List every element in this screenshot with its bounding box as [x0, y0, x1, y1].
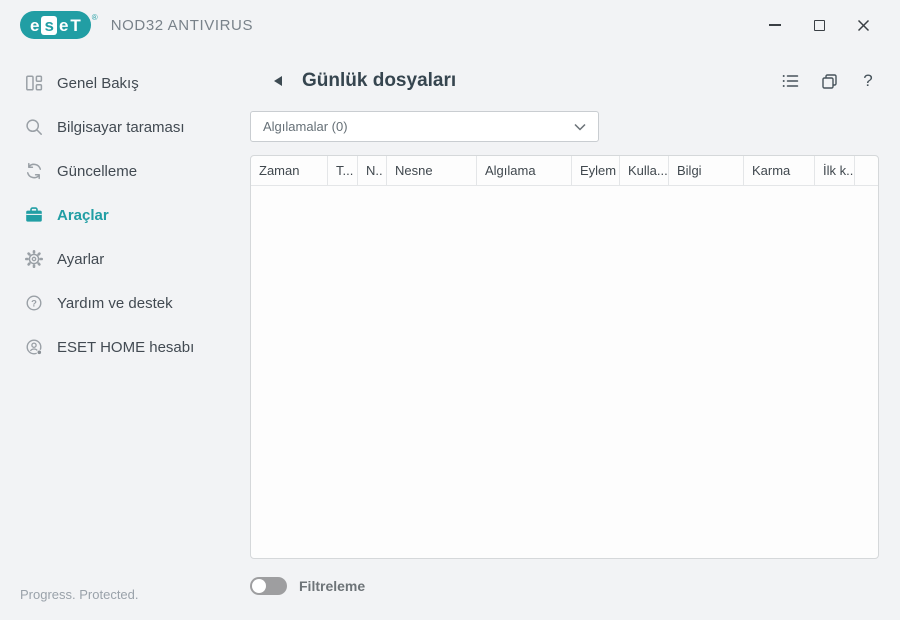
log-list-button[interactable]	[780, 71, 800, 91]
toggle-knob	[252, 579, 266, 593]
search-icon	[24, 117, 44, 137]
overview-icon	[24, 73, 44, 93]
product-name: NOD32 ANTIVIRUS	[110, 16, 254, 34]
sidebar-item-araclar[interactable]: Araçlar	[0, 193, 250, 237]
column-header-zaman[interactable]: Zaman	[251, 156, 328, 185]
registered-trademark: ®	[91, 13, 98, 22]
sidebar-item-label: Yardım ve destek	[57, 294, 173, 312]
filter-toggle[interactable]	[250, 577, 287, 595]
log-type-dropdown[interactable]: Algılamalar (0)	[250, 111, 599, 142]
eset-logo-pill: e s e T	[20, 11, 91, 39]
close-button[interactable]	[848, 10, 878, 40]
log-table: Zaman T... N.. Nesne Algılama Eylem Kull…	[250, 155, 879, 559]
minimize-icon	[769, 24, 781, 26]
back-button[interactable]	[268, 71, 288, 91]
column-header-bilgi[interactable]: Bilgi	[669, 156, 744, 185]
sync-icon	[24, 161, 44, 181]
briefcase-icon	[24, 205, 44, 225]
eset-logo: e s e T ®	[20, 11, 98, 39]
page-header: Günlük dosyaları ?	[268, 66, 878, 96]
list-details-icon	[782, 75, 798, 87]
account-icon	[24, 337, 44, 357]
help-icon: ?	[863, 71, 873, 90]
sidebar-item-label: ESET HOME hesabı	[57, 338, 195, 356]
svg-text:?: ?	[31, 298, 37, 309]
column-header-karma[interactable]: Karma	[744, 156, 815, 185]
log-type-selected-value: Algılamalar (0)	[263, 119, 348, 134]
sidebar-item-genel-bakis[interactable]: Genel Bakış	[0, 61, 250, 105]
copy-button[interactable]	[819, 71, 839, 91]
sidebar-item-guncelleme[interactable]: Güncelleme	[0, 149, 250, 193]
titlebar: e s e T ® NOD32 ANTIVIRUS	[0, 0, 900, 50]
chevron-down-icon	[574, 123, 586, 131]
sidebar-item-label: Araçlar	[57, 206, 109, 224]
column-header-filler	[855, 156, 878, 185]
close-icon	[857, 19, 869, 31]
help-button[interactable]: ?	[858, 71, 878, 91]
gear-icon	[24, 249, 44, 269]
column-header-kullanici[interactable]: Kulla...	[620, 156, 669, 185]
sidebar-item-label: Güncelleme	[57, 162, 138, 180]
logo-letter: T	[70, 15, 81, 35]
main-content: Günlük dosyaları ? Algılamalar (0) Zaman…	[250, 50, 900, 620]
brand-tagline: Progress. Protected.	[20, 587, 139, 602]
page-title: Günlük dosyaları	[302, 70, 457, 91]
header-actions: ?	[780, 71, 878, 91]
logo-letter: e	[30, 15, 40, 35]
logo-letter-boxed: s	[41, 15, 57, 35]
filter-row: Filtreleme	[250, 577, 365, 595]
help-circle-icon: ?	[24, 293, 44, 313]
column-header-tur[interactable]: T...	[328, 156, 358, 185]
logo-letter: e	[58, 15, 69, 35]
column-header-eylem[interactable]: Eylem	[572, 156, 620, 185]
window-controls	[760, 0, 878, 50]
sidebar-item-ayarlar[interactable]: Ayarlar	[0, 237, 250, 281]
maximize-button[interactable]	[804, 10, 834, 40]
copy-icon	[821, 73, 837, 89]
eset-nod32-window: e s e T ® NOD32 ANTIVIRUS Genel Bakış Bi…	[0, 0, 900, 620]
column-header-algilama[interactable]: Algılama	[477, 156, 572, 185]
sidebar: Genel Bakış Bilgisayar taraması Güncelle…	[0, 50, 250, 620]
column-header-n[interactable]: N..	[358, 156, 387, 185]
sidebar-item-yardim-ve-destek[interactable]: ? Yardım ve destek	[0, 281, 250, 325]
log-table-body	[251, 186, 878, 558]
column-header-nesne[interactable]: Nesne	[387, 156, 477, 185]
maximize-icon	[813, 19, 825, 31]
minimize-button[interactable]	[760, 10, 790, 40]
log-table-header: Zaman T... N.. Nesne Algılama Eylem Kull…	[251, 156, 878, 186]
column-header-ilk-k[interactable]: İlk k...	[815, 156, 855, 185]
sidebar-item-label: Bilgisayar taraması	[57, 118, 185, 136]
sidebar-item-label: Ayarlar	[57, 250, 105, 268]
back-arrow-icon	[274, 76, 282, 86]
sidebar-item-bilgisayar-taramasi[interactable]: Bilgisayar taraması	[0, 105, 250, 149]
sidebar-item-label: Genel Bakış	[57, 74, 139, 92]
filter-toggle-label: Filtreleme	[299, 578, 366, 594]
sidebar-item-eset-home-hesabi[interactable]: ESET HOME hesabı	[0, 325, 250, 369]
